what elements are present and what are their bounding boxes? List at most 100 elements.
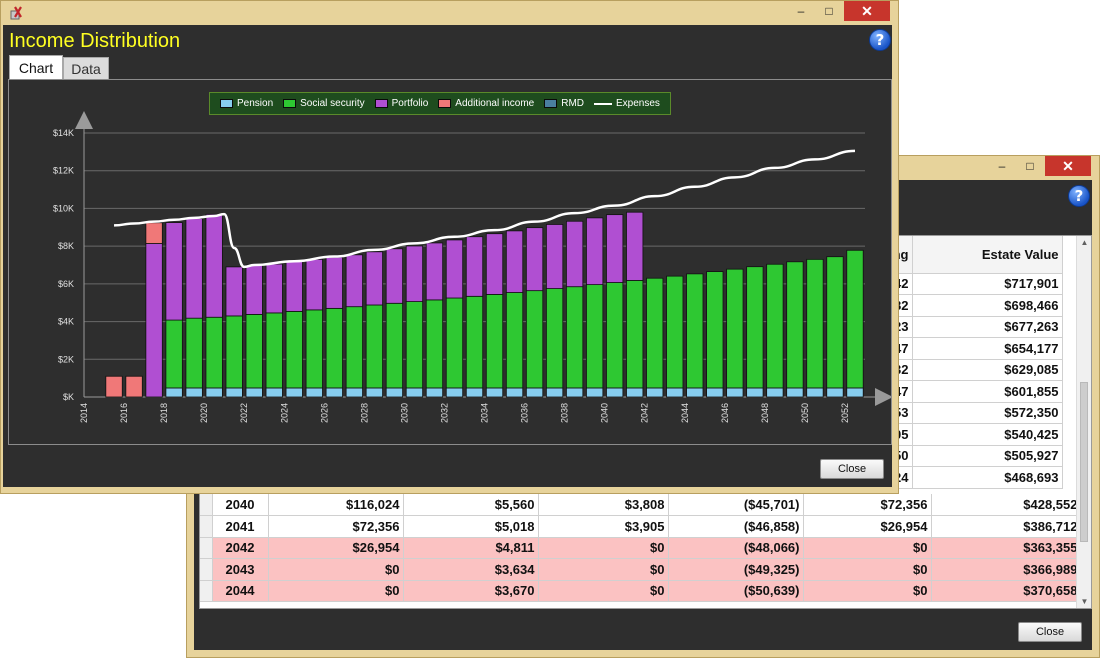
front-close-button[interactable]: Close xyxy=(820,459,884,479)
bar-social-security xyxy=(165,319,183,389)
bar-pension xyxy=(666,387,684,398)
page-title: Income Distribution xyxy=(9,30,181,52)
back-maximize-button[interactable]: □ xyxy=(1017,156,1043,176)
bar-portfolio xyxy=(205,213,223,318)
estate-value-cell: $677,263 xyxy=(912,316,1063,338)
x-tick-label: 2018 xyxy=(159,403,169,423)
estate-value-cell: $540,425 xyxy=(912,423,1063,446)
y-tick-label: $6K xyxy=(58,279,74,289)
back-close-button[interactable]: Close xyxy=(1018,622,1082,642)
x-tick-label: 2032 xyxy=(439,403,449,423)
x-axis-arrow-icon xyxy=(875,388,891,406)
bar-social-security xyxy=(365,304,383,389)
estate-value-column-header[interactable]: Estate Value xyxy=(912,236,1063,274)
bar-social-security xyxy=(846,249,864,389)
year-cell: 2042 xyxy=(212,537,269,559)
back-minimize-button[interactable]: – xyxy=(989,156,1015,176)
bar-portfolio xyxy=(165,222,183,321)
y-tick-label: $2K xyxy=(58,354,74,364)
legend-swatch-additional-income xyxy=(438,99,452,108)
estate-value-cell: $386,712 xyxy=(931,515,1082,538)
year-cell: 2044 xyxy=(212,580,269,602)
legend-label-pension: Pension xyxy=(237,98,274,109)
legend-item-expenses: Expenses xyxy=(594,98,660,109)
balance-cell: $72,356 xyxy=(268,515,404,538)
app-logo-icon xyxy=(10,6,22,20)
income-cell: $5,560 xyxy=(403,494,539,516)
estate-value-cell: $629,085 xyxy=(912,359,1063,381)
bar-portfolio xyxy=(285,261,303,312)
legend-item-additional-income: Additional income xyxy=(438,98,534,109)
bar-pension xyxy=(325,387,343,398)
ending-balance-cell: $72,356 xyxy=(803,494,932,516)
legend-label-social-security: Social security xyxy=(300,98,365,109)
row-header-cell[interactable] xyxy=(200,580,213,602)
front-minimize-button[interactable]: – xyxy=(788,1,814,21)
bar-social-security xyxy=(445,297,464,389)
table-row[interactable]: 2041 $72,356 $5,018 $3,905 ($46,858) $26,954 $… xyxy=(200,515,1082,538)
bar-pension xyxy=(846,387,864,398)
x-tick-label: 2036 xyxy=(520,403,530,423)
bar-pension xyxy=(766,387,784,398)
row-header-cell[interactable] xyxy=(200,537,213,559)
back-help-icon[interactable]: ? xyxy=(1068,185,1090,207)
table-row[interactable]: 2042 $26,954 $4,811 $0 ($48,066) $0 $363,355 xyxy=(200,537,1082,559)
estate-value-cell: $366,989 xyxy=(931,558,1082,581)
bar-pension xyxy=(806,387,824,398)
bar-pension xyxy=(165,387,183,398)
legend-label-expenses: Expenses xyxy=(616,98,660,109)
bar-pension xyxy=(405,387,424,398)
scroll-up-arrow-icon[interactable]: ▲ xyxy=(1077,238,1091,247)
y-tick-label: $K xyxy=(63,392,74,402)
back-close-window-button[interactable]: ✕ xyxy=(1045,156,1091,176)
bar-pension xyxy=(345,387,363,398)
x-tick-label: 2046 xyxy=(720,403,730,423)
rmd-cell: $3,808 xyxy=(538,494,669,516)
bar-pension xyxy=(826,387,844,398)
legend-swatch-portfolio xyxy=(374,99,388,108)
bar-social-security xyxy=(425,299,444,389)
y-tick-label: $10K xyxy=(53,203,74,213)
bar-social-security xyxy=(185,317,203,389)
year-cell: 2040 xyxy=(212,494,269,516)
bar-portfolio xyxy=(586,217,604,286)
estate-value-cell: $698,466 xyxy=(912,294,1063,317)
bar-additional-income xyxy=(105,375,123,398)
bar-social-security xyxy=(706,271,724,389)
estate-value-cell: $468,693 xyxy=(912,466,1063,489)
estate-value-cell: $601,855 xyxy=(912,380,1063,403)
bar-portfolio xyxy=(145,243,163,398)
table-row[interactable]: 2044 $0 $3,670 $0 ($50,639) $0 $370,658 xyxy=(200,580,1082,602)
bar-pension xyxy=(425,387,444,398)
x-tick-label: 2026 xyxy=(319,403,329,423)
bar-pension xyxy=(525,387,544,398)
front-maximize-button[interactable]: □ xyxy=(816,1,842,21)
tab-data[interactable]: Data xyxy=(63,57,109,79)
x-tick-label: 2050 xyxy=(800,403,810,423)
scroll-thumb[interactable] xyxy=(1080,382,1088,542)
table-vertical-scrollbar[interactable]: ▲ ▼ xyxy=(1076,236,1091,608)
bar-portfolio xyxy=(485,233,504,295)
legend-label-rmd: RMD xyxy=(561,98,585,109)
table-row[interactable]: 2040 $116,024 $5,560 $3,808 ($45,701) $72,356… xyxy=(200,494,1082,516)
scroll-down-arrow-icon[interactable]: ▼ xyxy=(1077,597,1091,606)
bar-portfolio xyxy=(465,236,484,297)
front-help-icon[interactable]: ? xyxy=(869,29,891,51)
table-row[interactable]: 2043 $0 $3,634 $0 ($49,325) $0 $366,989 xyxy=(200,558,1082,581)
bar-pension xyxy=(545,387,564,398)
bar-portfolio xyxy=(606,214,624,283)
row-header-cell[interactable] xyxy=(200,494,213,516)
bar-pension xyxy=(245,387,263,398)
rmd-cell: $3,905 xyxy=(538,515,669,538)
bar-social-security xyxy=(465,295,484,389)
bar-social-security xyxy=(245,314,263,389)
tab-chart[interactable]: Chart xyxy=(9,55,63,79)
bar-pension xyxy=(606,387,624,398)
bar-social-security xyxy=(205,316,223,389)
estate-value-cell: $363,355 xyxy=(931,537,1082,559)
row-header-cell[interactable] xyxy=(200,515,213,538)
front-close-window-button[interactable]: ✕ xyxy=(844,1,890,21)
legend-item-portfolio: Portfolio xyxy=(374,98,428,109)
row-header-cell[interactable] xyxy=(200,558,213,581)
bar-social-security xyxy=(766,263,784,389)
